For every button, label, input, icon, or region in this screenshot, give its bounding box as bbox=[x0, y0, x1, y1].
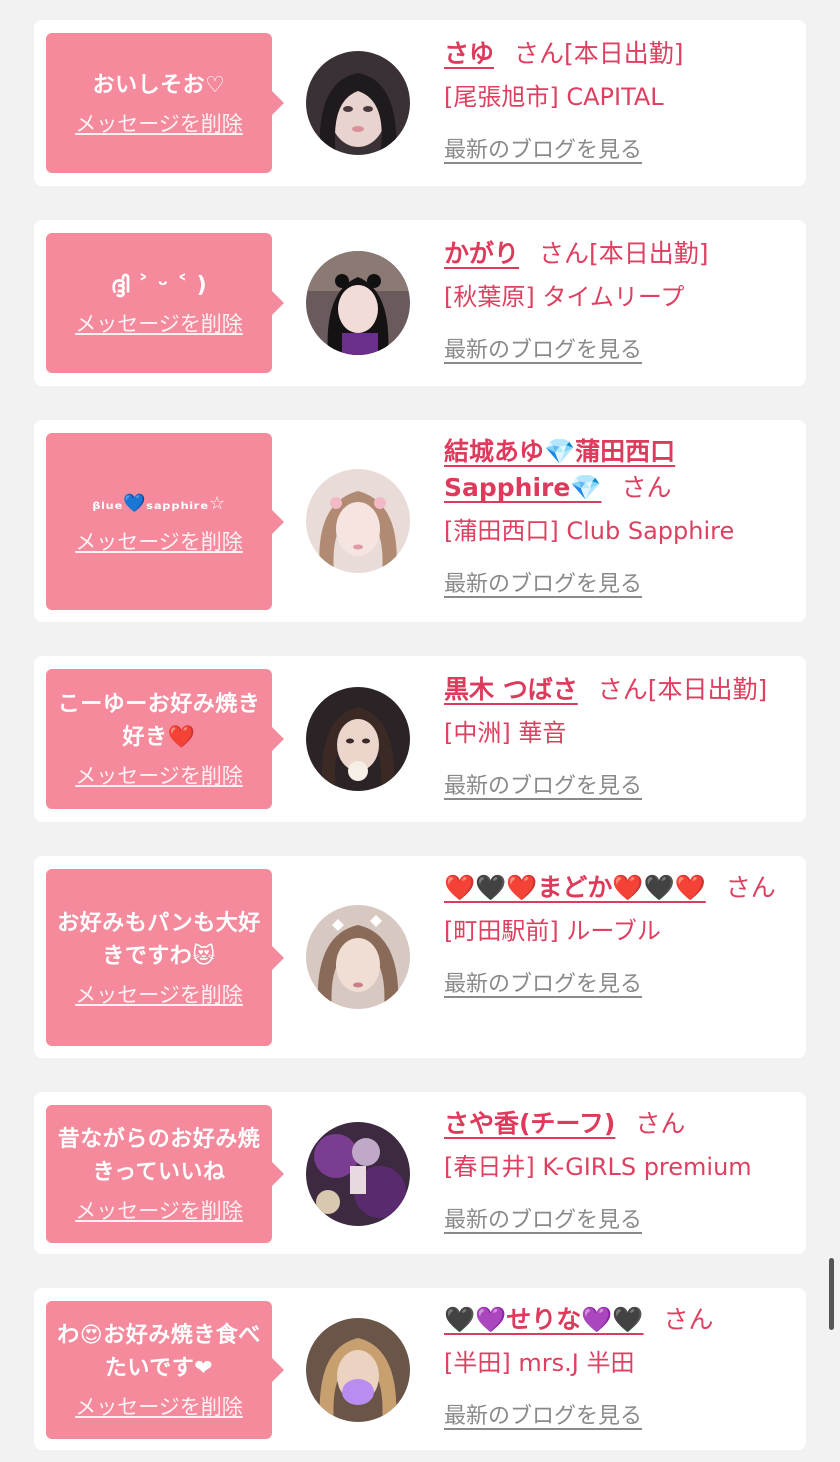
avatar[interactable] bbox=[306, 1122, 410, 1226]
shop-name: [秋葉原] タイムリープ bbox=[444, 283, 685, 311]
message-card: 昔ながらのお好み焼きっていいね メッセージを削除 さや香(チーフ) さん [春日井… bbox=[34, 1092, 806, 1254]
honorific: さん bbox=[514, 39, 565, 68]
message-text: わ😍お好み焼き食べたいです❤ bbox=[57, 1323, 261, 1381]
delete-message-link[interactable]: メッセージを削除 bbox=[75, 1391, 243, 1421]
honorific: さん bbox=[635, 1109, 686, 1138]
message-bubble: 昔ながらのお好み焼きっていいね メッセージを削除 bbox=[46, 1105, 284, 1243]
latest-blog-link[interactable]: 最新のブログを見る bbox=[444, 1202, 796, 1234]
shop-name: [尾張旭市] CAPITAL bbox=[444, 83, 664, 111]
message-bubble: おいしそお♡ メッセージを削除 bbox=[46, 33, 284, 173]
cast-name-link[interactable]: さゆ bbox=[444, 39, 494, 68]
delete-message-link[interactable]: メッセージを削除 bbox=[75, 979, 243, 1009]
avatar[interactable] bbox=[306, 51, 410, 155]
message-text: 昔ながらのお好み焼きっていいね bbox=[57, 1127, 261, 1185]
message-bubble: ദ്ദി ˃ ᵕ ˂ ) メッセージを削除 bbox=[46, 233, 284, 373]
message-text: お好みもパンも大好きですわ😻 bbox=[57, 910, 261, 969]
message-text: ᵦₗᵤₑ💙ₛₐₚₚₕᵢᵣₑ☆ bbox=[92, 493, 226, 514]
avatar[interactable] bbox=[306, 687, 410, 791]
latest-blog-link[interactable]: 最新のブログを見る bbox=[444, 1398, 796, 1430]
message-text: ദ്ദി ˃ ᵕ ˂ ) bbox=[110, 272, 208, 298]
message-card: ᵦₗᵤₑ💙ₛₐₚₚₕᵢᵣₑ☆ メッセージを削除 結城あゆ💎蒲田西口Sapphir… bbox=[34, 420, 806, 622]
honorific: さん bbox=[621, 473, 672, 502]
avatar[interactable] bbox=[306, 469, 410, 573]
latest-blog-link[interactable]: 最新のブログを見る bbox=[444, 768, 796, 800]
latest-blog-link[interactable]: 最新のブログを見る bbox=[444, 566, 796, 598]
cast-info: 🖤💜せりな💜🖤 さん [半田] mrs.J 半田 最新のブログを見る bbox=[444, 1302, 796, 1430]
cast-name-link[interactable]: ❤️🖤❤️まどか❤️🖤❤️ bbox=[444, 873, 706, 902]
delete-message-link[interactable]: メッセージを削除 bbox=[75, 1195, 243, 1225]
honorific: さん bbox=[663, 1305, 714, 1334]
delete-message-link[interactable]: メッセージを削除 bbox=[75, 760, 243, 790]
cast-info: 黒木 つばさ さん[本日出勤] [中洲] 華音 最新のブログを見る bbox=[444, 672, 796, 800]
message-card: お好みもパンも大好きですわ😻 メッセージを削除 ❤️🖤❤️まどか❤️🖤❤️ さん … bbox=[34, 856, 806, 1058]
message-bubble: わ😍お好み焼き食べたいです❤ メッセージを削除 bbox=[46, 1301, 284, 1439]
message-list: おいしそお♡ メッセージを削除 さゆ さん[本日出勤] [尾張旭市] CAPITA… bbox=[34, 20, 806, 1450]
avatar[interactable] bbox=[306, 905, 410, 1009]
honorific: さん bbox=[597, 675, 648, 704]
message-card: ദ്ദി ˃ ᵕ ˂ ) メッセージを削除 かがり さん[本日出勤] [秋葉原] … bbox=[34, 220, 806, 386]
shop-name: [町田駅前] ルーブル bbox=[444, 917, 661, 945]
message-bubble: お好みもパンも大好きですわ😻 メッセージを削除 bbox=[46, 869, 284, 1046]
cast-info: かがり さん[本日出勤] [秋葉原] タイムリープ 最新のブログを見る bbox=[444, 236, 796, 364]
latest-blog-link[interactable]: 最新のブログを見る bbox=[444, 332, 796, 364]
cast-info: 結城あゆ💎蒲田西口Sapphire💎 さん [蒲田西口] Club Sapphir… bbox=[444, 434, 796, 598]
shop-name: [半田] mrs.J 半田 bbox=[444, 1349, 635, 1377]
message-card: わ😍お好み焼き食べたいです❤ メッセージを削除 🖤💜せりな💜🖤 さん [半田] m… bbox=[34, 1288, 806, 1450]
message-bubble: こーゆーお好み焼き好き❤️ メッセージを削除 bbox=[46, 669, 284, 809]
honorific: さん bbox=[725, 873, 776, 902]
message-text: おいしそお♡ bbox=[92, 72, 226, 98]
shop-name: [蒲田西口] Club Sapphire bbox=[444, 517, 735, 545]
shop-name: [中洲] 華音 bbox=[444, 719, 567, 747]
message-card: おいしそお♡ メッセージを削除 さゆ さん[本日出勤] [尾張旭市] CAPITA… bbox=[34, 20, 806, 186]
cast-name-link[interactable]: 🖤💜せりな💜🖤 bbox=[444, 1305, 644, 1334]
cast-name-link[interactable]: 黒木 つばさ bbox=[444, 675, 578, 704]
latest-blog-link[interactable]: 最新のブログを見る bbox=[444, 132, 796, 164]
cast-name-link[interactable]: さや香(チーフ) bbox=[444, 1109, 615, 1138]
message-text: こーゆーお好み焼き好き❤️ bbox=[57, 692, 261, 750]
work-status: [本日出勤] bbox=[589, 239, 709, 268]
cast-info: ❤️🖤❤️まどか❤️🖤❤️ さん [町田駅前] ルーブル 最新のブログを見る bbox=[444, 870, 796, 998]
work-status: [本日出勤] bbox=[647, 675, 768, 704]
avatar[interactable] bbox=[306, 251, 410, 355]
message-bubble: ᵦₗᵤₑ💙ₛₐₚₚₕᵢᵣₑ☆ メッセージを削除 bbox=[46, 433, 284, 610]
delete-message-link[interactable]: メッセージを削除 bbox=[75, 108, 243, 138]
delete-message-link[interactable]: メッセージを削除 bbox=[75, 526, 243, 556]
work-status: [本日出勤] bbox=[564, 39, 684, 68]
message-card: こーゆーお好み焼き好き❤️ メッセージを削除 黒木 つばさ さん[本日出勤] [中… bbox=[34, 656, 806, 822]
latest-blog-link[interactable]: 最新のブログを見る bbox=[444, 966, 796, 998]
avatar[interactable] bbox=[306, 1318, 410, 1422]
scrollbar[interactable] bbox=[829, 1258, 834, 1330]
cast-info: さゆ さん[本日出勤] [尾張旭市] CAPITAL 最新のブログを見る bbox=[444, 36, 796, 164]
delete-message-link[interactable]: メッセージを削除 bbox=[75, 308, 243, 338]
cast-info: さや香(チーフ) さん [春日井] K-GIRLS premium 最新のブログを… bbox=[444, 1106, 796, 1234]
honorific: さん bbox=[539, 239, 590, 268]
shop-name: [春日井] K-GIRLS premium bbox=[444, 1153, 752, 1181]
cast-name-link[interactable]: かがり bbox=[444, 239, 519, 268]
